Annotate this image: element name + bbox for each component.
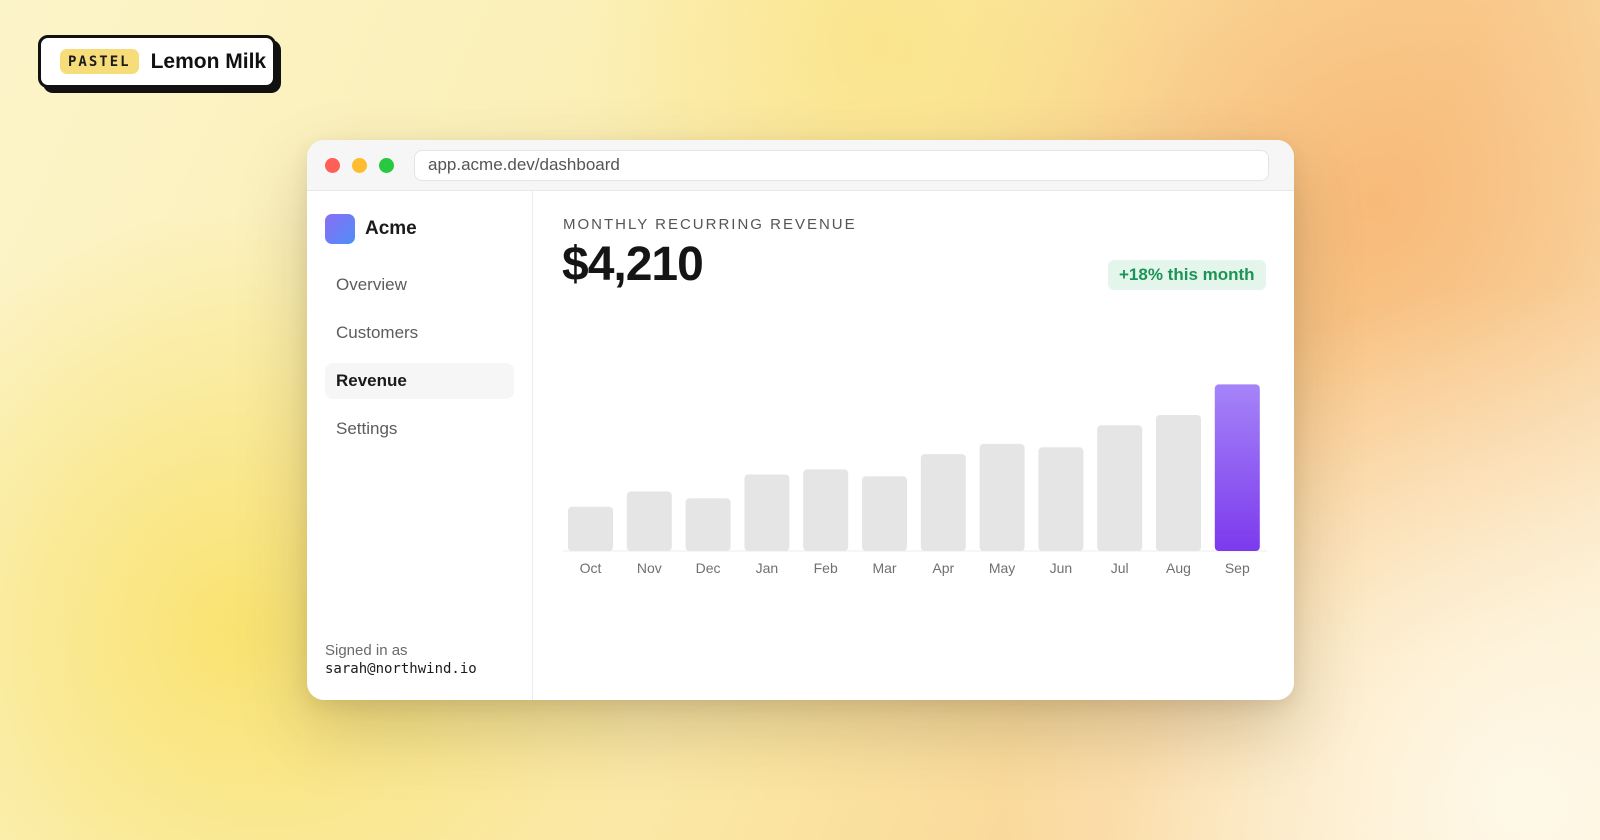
browser-window: app.acme.dev/dashboard Acme Overview Cus…: [307, 140, 1294, 700]
bar-feb[interactable]: [803, 469, 849, 551]
revenue-bar-chart: Oct Nov Dec Jan Feb Mar Apr May Jun Jul Aug Sep: [563, 384, 1267, 576]
sidebar-item-customers[interactable]: Customers: [325, 315, 514, 351]
x-tick-label: Jun: [1050, 560, 1073, 576]
bar-mar[interactable]: [862, 476, 907, 551]
x-tick-label: Oct: [580, 560, 602, 576]
maximize-window-button[interactable]: [379, 157, 394, 173]
bar-jul[interactable]: [1097, 425, 1143, 551]
close-window-button[interactable]: [325, 157, 340, 173]
signed-in-info: Signed in as sarah@northwind.io: [325, 642, 477, 677]
signed-in-email: sarah@northwind.io: [325, 661, 477, 677]
bar-dec[interactable]: [685, 498, 731, 551]
x-tick-label: Aug: [1166, 560, 1191, 576]
sidebar-item-revenue[interactable]: Revenue: [325, 363, 514, 399]
metric-label: MONTHLY RECURRING REVENUE: [563, 216, 857, 233]
sidebar-item-label: Revenue: [336, 371, 407, 390]
sidebar-item-settings[interactable]: Settings: [325, 411, 514, 447]
logo-icon: [325, 214, 355, 244]
bar-jan[interactable]: [744, 474, 790, 552]
address-bar[interactable]: app.acme.dev/dashboard: [414, 149, 1269, 181]
x-tick-label: Feb: [814, 560, 838, 576]
minimize-window-button[interactable]: [352, 157, 367, 173]
sidebar-item-label: Customers: [336, 323, 419, 342]
app-name: Acme: [365, 218, 417, 239]
bar-nov[interactable]: [626, 491, 672, 552]
bar-sep[interactable]: [1214, 384, 1260, 551]
bar-apr[interactable]: [920, 454, 966, 551]
title-bar: app.acme.dev/dashboard: [307, 140, 1294, 191]
sidebar-item-label: Settings: [336, 419, 398, 438]
x-tick-label: Jul: [1111, 560, 1129, 576]
delta-badge: +18% this month: [1108, 260, 1266, 290]
bar-oct[interactable]: [568, 506, 613, 551]
app-logo[interactable]: Acme: [325, 214, 514, 244]
metric-value: $4,210: [562, 238, 704, 291]
sidebar-item-label: Overview: [336, 275, 407, 294]
bar-jun[interactable]: [1038, 447, 1084, 551]
url-text: app.acme.dev/dashboard: [428, 155, 620, 174]
x-tick-label: Sep: [1225, 560, 1250, 576]
x-tick-label: Mar: [872, 560, 896, 576]
x-tick-label: May: [989, 560, 1015, 576]
brand-badge: PASTEL Lemon Milk: [38, 35, 276, 88]
brand-tag: PASTEL: [60, 49, 139, 74]
sidebar-item-overview[interactable]: Overview: [325, 267, 514, 303]
x-tick-label: Nov: [637, 560, 662, 576]
x-tick-label: Jan: [756, 560, 779, 576]
x-tick-label: Apr: [932, 560, 954, 576]
brand-name: Lemon Milk: [150, 49, 267, 73]
bar-may[interactable]: [979, 443, 1025, 551]
sidebar-nav: Overview Customers Revenue Settings: [325, 267, 514, 447]
sidebar: Acme Overview Customers Revenue Settings…: [307, 191, 533, 700]
main-content: MONTHLY RECURRING REVENUE $4,210 +18% th…: [533, 191, 1294, 700]
bar-aug[interactable]: [1156, 415, 1201, 551]
x-tick-label: Dec: [696, 560, 721, 576]
signed-in-label: Signed in as: [325, 642, 408, 659]
